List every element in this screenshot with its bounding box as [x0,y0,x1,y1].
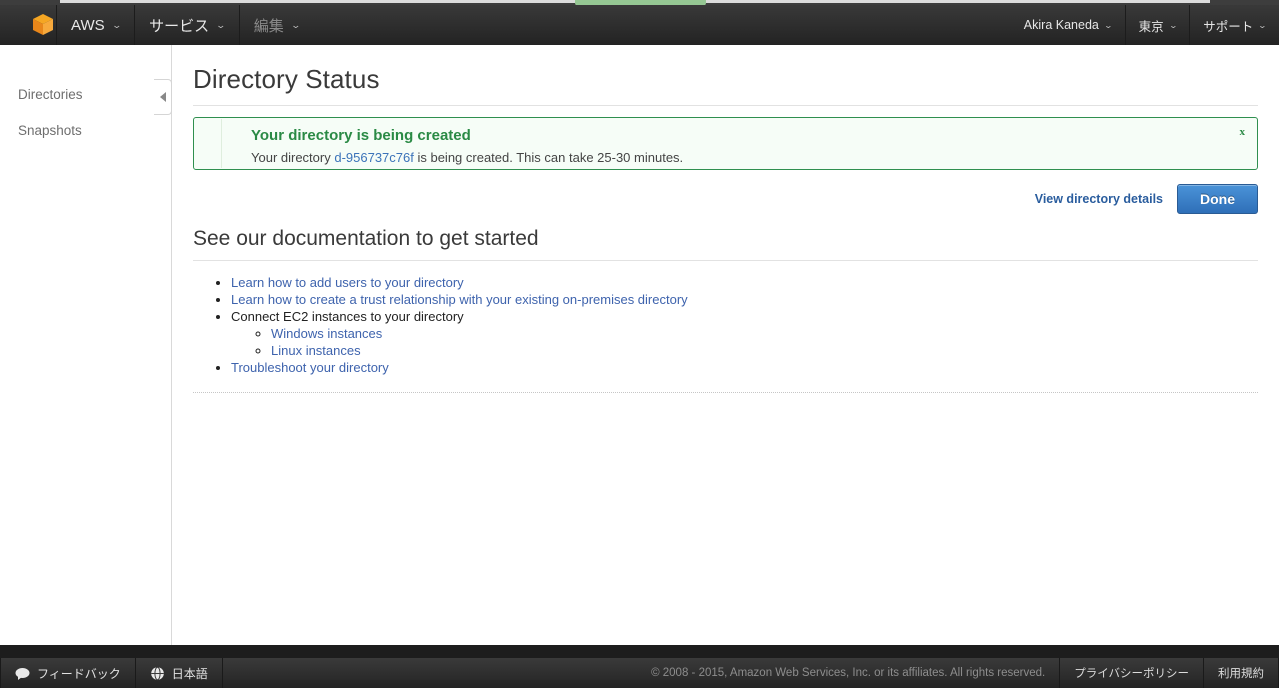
chevron-left-icon [160,92,166,102]
close-icon[interactable]: x [1240,126,1246,138]
nav-item-region[interactable]: 東京 ⌄ [1126,5,1190,45]
list-item: Linux instances [271,343,1258,358]
nav-item-account[interactable]: Akira Kaneda ⌄ [1011,5,1125,45]
alert-title: Your directory is being created [251,126,1257,146]
footer-bar: フィードバック 日本語 © 2008 - 2015, Amazon Web Se… [0,658,1279,688]
doc-link-linux-instances[interactable]: Linux instances [271,343,361,358]
main-content: Directory Status Your directory is being… [172,45,1279,645]
view-directory-details-link[interactable]: View directory details [1035,192,1163,206]
copyright-text: © 2008 - 2015, Amazon Web Services, Inc.… [637,667,1059,679]
nav-item-edit[interactable]: 編集 ⌄ [240,5,314,45]
doc-link-windows-instances[interactable]: Windows instances [271,326,382,341]
documentation-list: Learn how to add users to your directory… [193,275,1258,375]
status-alert-banner: Your directory is being created Your dir… [193,117,1258,170]
alert-message-suffix: is being created. This can take 25-30 mi… [414,150,683,165]
doc-link-add-users[interactable]: Learn how to add users to your directory [231,275,464,290]
nav-item-services-label: サービス [149,15,209,36]
chevron-down-icon: ⌄ [1168,21,1177,30]
sidebar-item-snapshots[interactable]: Snapshots [0,113,171,149]
nav-item-edit-label: 編集 [254,15,284,36]
globe-icon [150,666,165,681]
aws-cube-logo[interactable] [30,12,56,38]
chevron-down-icon: ⌄ [216,20,227,31]
page-title: Directory Status [193,64,1258,106]
language-label: 日本語 [172,665,208,682]
nav-item-services[interactable]: サービス ⌄ [135,5,239,45]
content-bottom-divider [193,392,1258,393]
sidebar: Directories Snapshots [0,45,172,645]
doc-link-troubleshoot[interactable]: Troubleshoot your directory [231,360,389,375]
nav-item-support[interactable]: サポート ⌄ [1190,5,1279,45]
terms-of-use-label: 利用規約 [1218,665,1264,681]
sidebar-item-label: Snapshots [18,123,82,138]
sidebar-collapse-toggle[interactable] [154,79,172,115]
language-button[interactable]: 日本語 [136,658,222,688]
terms-of-use-link[interactable]: 利用規約 [1204,658,1278,688]
sidebar-item-label: Directories [18,87,83,102]
alert-body: Your directory is being created Your dir… [194,126,1257,167]
footer-top-shadow [0,645,1279,658]
doc-link-trust-relationship[interactable]: Learn how to create a trust relationship… [231,292,688,307]
nav-item-aws-label: AWS [71,17,105,34]
action-row: View directory details Done [193,184,1258,214]
top-navigation-bar: AWS ⌄ サービス ⌄ 編集 ⌄ Akira Kaneda ⌄ 東京 ⌄ サポ… [0,5,1279,45]
list-item: Windows instances [271,326,1258,341]
support-label: サポート [1203,16,1253,35]
list-item: Troubleshoot your directory [231,360,1258,375]
doc-text-connect-ec2: Connect EC2 instances to your directory [231,309,464,324]
list-item: Learn how to create a trust relationship… [231,292,1258,307]
chevron-down-icon: ⌄ [1258,21,1267,30]
privacy-policy-label: プライバシーポリシー [1074,665,1189,681]
account-name-label: Akira Kaneda [1024,18,1099,32]
list-item: Learn how to add users to your directory [231,275,1258,290]
privacy-policy-link[interactable]: プライバシーポリシー [1060,658,1203,688]
alert-left-divider [221,119,222,168]
directory-id-link[interactable]: d-956737c76f [334,150,414,165]
feedback-label: フィードバック [37,665,121,682]
alert-message: Your directory d-956737c76f is being cre… [251,148,1257,167]
done-button[interactable]: Done [1177,184,1258,214]
chevron-down-icon: ⌄ [290,20,301,31]
nav-right-group: Akira Kaneda ⌄ 東京 ⌄ サポート ⌄ [1011,5,1279,45]
footer-divider [222,658,223,688]
sidebar-item-directories[interactable]: Directories [0,77,171,113]
nav-item-aws[interactable]: AWS ⌄ [57,5,134,45]
speech-bubble-icon [15,667,30,680]
region-label: 東京 [1139,16,1164,35]
chevron-down-icon: ⌄ [111,20,122,31]
list-item: Connect EC2 instances to your directory … [231,309,1258,358]
documentation-sublist: Windows instances Linux instances [231,326,1258,358]
chevron-down-icon: ⌄ [1104,21,1113,30]
feedback-button[interactable]: フィードバック [1,658,135,688]
alert-message-prefix: Your directory [251,150,334,165]
documentation-section-title: See our documentation to get started [193,227,1258,261]
